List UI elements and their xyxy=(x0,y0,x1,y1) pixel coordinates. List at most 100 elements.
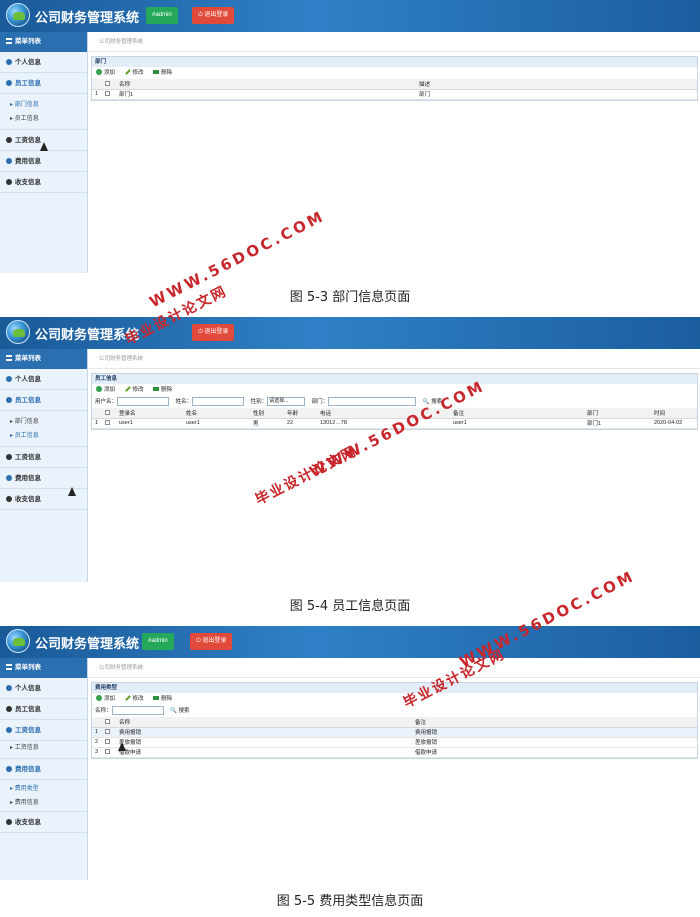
menu-item-label: 个人信息 xyxy=(15,59,41,66)
menu-header: 菜单列表 xyxy=(0,349,87,369)
sub-item-label: 部门信息 xyxy=(14,419,39,425)
username-input[interactable] xyxy=(117,397,170,407)
row-checkbox[interactable] xyxy=(102,737,116,748)
menu-item-personal[interactable]: 个人信息 xyxy=(0,678,87,699)
rownum-header xyxy=(92,79,102,90)
table-cell: 2020-04-02 xyxy=(651,418,697,429)
select-all-checkbox[interactable] xyxy=(102,79,116,90)
column-header[interactable]: 年龄 xyxy=(284,408,317,419)
sub-item-expense-type[interactable]: ▸ 费用类型 xyxy=(0,782,87,796)
menu-item-staff[interactable]: 员工信息 xyxy=(0,390,87,411)
add-button[interactable]: 添加 xyxy=(96,67,115,79)
menu-item-personal[interactable]: 个人信息 xyxy=(0,369,87,390)
sub-item-salary[interactable]: ▸ 工资信息 xyxy=(0,741,87,759)
menu-item-salary[interactable]: 工资信息 xyxy=(0,447,87,468)
menu-header: 菜单列表 xyxy=(0,658,87,678)
admin-button[interactable]: #admin xyxy=(146,7,178,24)
menu-item-personal[interactable]: 个人信息 xyxy=(0,52,87,73)
delete-button[interactable]: 删除 xyxy=(153,384,172,396)
sub-item-label: 费用类型 xyxy=(14,786,39,792)
dept-select[interactable] xyxy=(328,397,417,407)
menu-item-label: 个人信息 xyxy=(15,376,41,383)
user-icon xyxy=(6,376,12,382)
row-checkbox[interactable] xyxy=(102,418,116,429)
delete-icon xyxy=(153,70,160,74)
gender-select[interactable]: 请选择... xyxy=(267,397,306,407)
app-title: 公司财务管理系统 xyxy=(35,637,140,652)
column-header[interactable]: 备注 xyxy=(412,717,697,728)
select-all-checkbox[interactable] xyxy=(102,717,116,728)
admin-button[interactable]: #admin xyxy=(142,633,174,650)
table-cell: user1 xyxy=(116,418,183,429)
logout-button[interactable]: ⏻ 退出登录 xyxy=(192,324,235,341)
edit-button[interactable]: 修改 xyxy=(124,693,144,705)
main-content: 公司财务管理系统 费用类型 添加 修改 删除 名称： 🔍 搜索 名称 备注 1 … xyxy=(89,658,700,880)
menu-item-expense[interactable]: 费用信息 xyxy=(0,468,87,489)
column-header[interactable]: 名称 xyxy=(116,79,416,90)
search-button-label: 搜索 xyxy=(178,708,190,714)
data-table: 名称 描述 1 部门1 部门 xyxy=(92,79,697,100)
menu-item-staff[interactable]: 员工信息 xyxy=(0,699,87,720)
sub-item-staff[interactable]: ▸ 员工信息 xyxy=(0,429,87,447)
checkbox-icon xyxy=(105,91,110,96)
select-all-checkbox[interactable] xyxy=(102,408,116,419)
menu-item-expense[interactable]: 费用信息 xyxy=(0,759,87,780)
user-icon xyxy=(6,475,12,481)
checkbox-icon xyxy=(105,718,110,724)
main-content: 公司财务管理系统 员工信息 添加 修改 删除 用户名： 姓名： 性别： 请选择..… xyxy=(89,349,700,582)
breadcrumb: 公司财务管理系统 xyxy=(89,658,700,678)
menu-item-expense[interactable]: 费用信息 xyxy=(0,151,87,172)
table-row[interactable]: 1 费用报销 费用报销 xyxy=(92,727,697,738)
gender-label: 性别： xyxy=(250,399,268,405)
list-icon xyxy=(6,355,12,361)
edit-button[interactable]: 修改 xyxy=(124,384,144,396)
column-header[interactable]: 名称 xyxy=(116,717,412,728)
row-checkbox[interactable] xyxy=(102,727,116,738)
app-title: 公司财务管理系统 xyxy=(35,11,140,26)
panel-title: 部门 xyxy=(92,57,697,67)
menu-item-salary[interactable]: 工资信息 xyxy=(0,720,87,741)
logout-button[interactable]: ⏻ 退出登录 xyxy=(192,7,235,24)
column-header[interactable]: 性别 xyxy=(250,408,284,419)
user-icon xyxy=(6,137,12,143)
delete-button[interactable]: 删除 xyxy=(153,67,172,79)
column-header[interactable]: 部门 xyxy=(584,408,651,419)
search-button[interactable]: 🔍 搜索 xyxy=(170,708,189,714)
sub-item-dept[interactable]: ▸ 部门信息 xyxy=(0,415,87,429)
column-header[interactable]: 姓名 xyxy=(183,408,250,419)
menu-item-income[interactable]: 收支信息 xyxy=(0,172,87,193)
sub-item-staff[interactable]: ▸ 员工信息 xyxy=(0,112,87,130)
search-bar: 用户名： 姓名： 性别： 请选择... 部门： 🔍 搜索 xyxy=(92,396,697,408)
table-cell: user1 xyxy=(450,418,584,429)
logout-button[interactable]: ⏻ 退出登录 xyxy=(190,633,233,650)
sub-item-label: 部门信息 xyxy=(14,102,39,108)
add-button[interactable]: 添加 xyxy=(96,693,115,705)
mouse-cursor-icon xyxy=(118,742,126,751)
delete-button[interactable]: 删除 xyxy=(153,693,172,705)
name-input[interactable] xyxy=(192,397,245,407)
breadcrumb: 公司财务管理系统 xyxy=(89,349,700,369)
table-row[interactable]: 1 部门1 部门 xyxy=(92,89,697,100)
name-input[interactable] xyxy=(111,706,164,716)
column-header[interactable]: 备注 xyxy=(450,408,584,419)
menu-item-label: 员工信息 xyxy=(15,706,41,713)
menu-item-income[interactable]: 收支信息 xyxy=(0,812,87,833)
add-button[interactable]: 添加 xyxy=(96,384,115,396)
sub-item-dept[interactable]: ▸ 部门信息 xyxy=(0,98,87,112)
checkbox-icon xyxy=(105,80,110,86)
sub-item-label: 员工信息 xyxy=(14,433,39,439)
menu-header: 菜单列表 xyxy=(0,32,87,52)
column-header[interactable]: 时间 xyxy=(651,408,697,419)
sub-item-expense-info[interactable]: ▸ 费用信息 xyxy=(0,796,87,812)
table-row[interactable]: 2 差旅报销 差旅报销 xyxy=(92,737,697,748)
edit-button[interactable]: 修改 xyxy=(124,67,144,79)
column-header[interactable]: 登录名 xyxy=(116,408,183,419)
menu-item-label: 工资信息 xyxy=(15,137,41,144)
column-header[interactable]: 描述 xyxy=(416,79,697,90)
data-panel: 费用类型 添加 修改 删除 名称： 🔍 搜索 名称 备注 1 费用报销 费用报销… xyxy=(91,682,698,759)
table-header: 登录名 姓名 性别 年龄 电话 备注 部门 时间 xyxy=(92,408,697,419)
row-checkbox[interactable] xyxy=(102,89,116,100)
row-checkbox[interactable] xyxy=(102,747,116,758)
table-row[interactable]: 3 借款申请 借款申请 xyxy=(92,747,697,758)
menu-item-staff[interactable]: 员工信息 xyxy=(0,73,87,94)
